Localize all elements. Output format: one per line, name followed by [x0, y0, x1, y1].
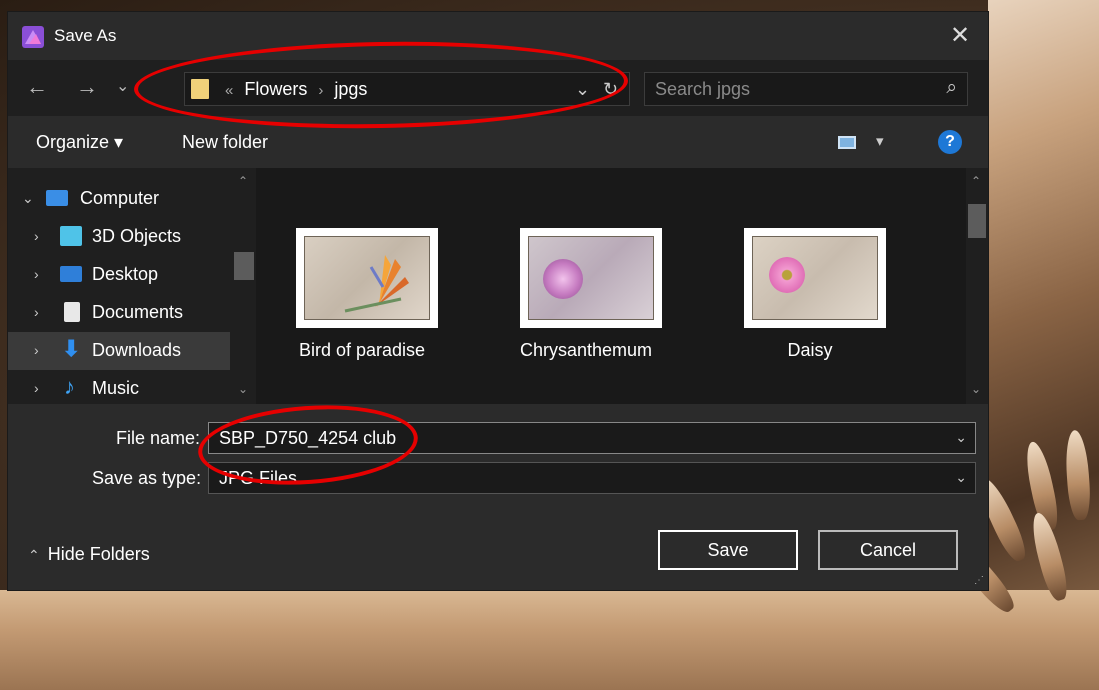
chevron-right-icon[interactable]: ›	[34, 266, 39, 282]
search-input[interactable]: Search jpgs	[655, 79, 750, 100]
breadcrumb-item-flowers[interactable]: Flowers	[244, 79, 307, 99]
file-list-scroll-thumb[interactable]	[968, 204, 986, 238]
chevron-right-icon[interactable]: ›	[34, 380, 39, 396]
cancel-button[interactable]: Cancel	[818, 530, 958, 570]
refresh-icon[interactable]: ↻	[603, 79, 618, 100]
sidebar-item-computer[interactable]: ⌄ Computer	[8, 180, 230, 218]
new-folder-button[interactable]: New folder	[182, 132, 268, 153]
hide-folders-label: Hide Folders	[47, 544, 150, 564]
folder-icon	[191, 79, 209, 99]
chevron-right-icon[interactable]: ›	[34, 342, 39, 358]
sidebar-item-music[interactable]: › ♪ Music	[8, 370, 230, 408]
file-name-value[interactable]: SBP_D750_4254 club	[219, 428, 396, 449]
scroll-down-icon[interactable]: ⌄	[238, 382, 248, 396]
scroll-up-icon[interactable]: ⌃	[971, 174, 981, 188]
sidebar-item-label: Desktop	[92, 264, 159, 284]
save-as-dialog: Save As ✕ ← → ⌄ « Flowers › jpgs ⌄ ↻ Sea…	[8, 12, 988, 590]
file-name-label: Bird of paradise	[298, 340, 426, 360]
background-petals	[0, 590, 1099, 690]
sidebar-scroll-thumb[interactable]	[234, 252, 254, 280]
3d-objects-icon	[60, 226, 82, 246]
help-icon[interactable]: ?	[938, 130, 962, 154]
file-thumbnail	[296, 228, 438, 328]
scroll-up-icon[interactable]: ⌃	[238, 174, 248, 188]
save-form: File name: SBP_D750_4254 club ⌄ Save as …	[8, 404, 988, 590]
change-view-icon[interactable]	[838, 136, 856, 149]
close-button[interactable]: ✕	[944, 20, 976, 52]
sidebar-item-label: Downloads	[92, 340, 182, 360]
downloads-icon: ⬇	[62, 336, 81, 361]
recent-locations-icon[interactable]: ⌄	[116, 76, 129, 96]
chevron-right-icon[interactable]: ›	[34, 228, 39, 244]
forward-arrow-icon[interactable]: →	[76, 74, 98, 100]
chrysanthemum-image	[543, 259, 583, 299]
sidebar-item-label: Computer	[80, 188, 160, 208]
scroll-down-icon[interactable]: ⌄	[971, 382, 981, 396]
sidebar-item-downloads[interactable]: › ⬇ Downloads	[8, 332, 230, 370]
save-as-type-select[interactable]: JPG Files ⌄	[208, 462, 976, 494]
documents-icon	[64, 302, 80, 322]
file-thumbnail	[744, 228, 886, 328]
file-name-field[interactable]: SBP_D750_4254 club ⌄	[208, 422, 976, 454]
file-name-label: Daisy	[787, 340, 833, 360]
navigation-pane: ⌄ Computer › 3D Objects › Desktop › Docu…	[8, 168, 256, 404]
file-thumbnail	[520, 228, 662, 328]
daisy-image	[769, 257, 805, 293]
file-name-label: File name:	[116, 428, 201, 448]
file-item[interactable]: Bird of paradise	[262, 228, 462, 378]
save-as-type-label: Save as type:	[92, 468, 202, 488]
save-button[interactable]: Save	[658, 530, 798, 570]
sidebar-item-label: Music	[92, 378, 140, 398]
search-box[interactable]: Search jpgs ⌕	[644, 72, 968, 106]
search-icon[interactable]: ⌕	[946, 77, 957, 99]
file-item[interactable]: Daisy	[710, 228, 910, 378]
save-as-type-value[interactable]: JPG Files	[219, 468, 297, 489]
view-options-arrow-icon[interactable]: ▾	[876, 132, 884, 150]
resize-grip-icon[interactable]: ⋰	[974, 575, 984, 586]
sidebar-item-3d-objects[interactable]: › 3D Objects	[8, 218, 230, 256]
chevron-down-icon[interactable]: ⌄	[955, 429, 967, 446]
sidebar-item-desktop[interactable]: › Desktop	[8, 256, 230, 294]
file-name-label: Chrysanthemum	[519, 340, 653, 360]
desktop-icon	[60, 266, 82, 282]
sidebar-item-label: Documents	[92, 302, 184, 322]
affinity-photo-icon	[22, 26, 44, 48]
chevron-down-icon[interactable]: ⌄	[22, 190, 34, 207]
chevron-down-icon[interactable]: ⌄	[955, 469, 967, 486]
file-list: Bird of paradise Chrysanthemum Daisy	[262, 168, 962, 404]
window-title: Save As	[54, 26, 117, 45]
sidebar-scrollbar[interactable]: ⌃ ⌄	[232, 168, 256, 404]
computer-icon	[46, 190, 68, 206]
breadcrumb-item-jpgs[interactable]: jpgs	[334, 79, 367, 99]
organize-menu[interactable]: Organize ▾	[36, 132, 123, 153]
address-bar[interactable]: « Flowers › jpgs ⌄ ↻	[184, 72, 630, 106]
breadcrumb-overflow[interactable]: «	[225, 82, 233, 99]
chevron-right-icon[interactable]: ›	[34, 304, 39, 320]
command-bar: Organize ▾ New folder ▾ ?	[8, 116, 988, 168]
chevron-up-icon: ⌃	[28, 547, 40, 563]
sidebar-item-label: 3D Objects	[92, 226, 182, 246]
hide-folders-button[interactable]: ⌃ Hide Folders	[28, 544, 150, 565]
breadcrumb-separator[interactable]: ›	[318, 82, 323, 99]
music-icon: ♪	[64, 374, 75, 399]
back-arrow-icon[interactable]: ←	[26, 74, 48, 100]
breadcrumb: « Flowers › jpgs	[219, 79, 367, 100]
file-list-scrollbar[interactable]: ⌃ ⌄	[966, 168, 988, 404]
title-bar: Save As ✕	[8, 12, 988, 60]
file-item[interactable]: Chrysanthemum	[486, 228, 686, 378]
browser-pane: ⌄ Computer › 3D Objects › Desktop › Docu…	[8, 168, 988, 404]
bird-of-paradise-image	[344, 255, 409, 313]
navigation-bar: ← → ⌄ « Flowers › jpgs ⌄ ↻ Search jpgs ⌕	[8, 60, 988, 116]
address-dropdown-icon[interactable]: ⌄	[575, 79, 590, 100]
sidebar-item-documents[interactable]: › Documents	[8, 294, 230, 332]
